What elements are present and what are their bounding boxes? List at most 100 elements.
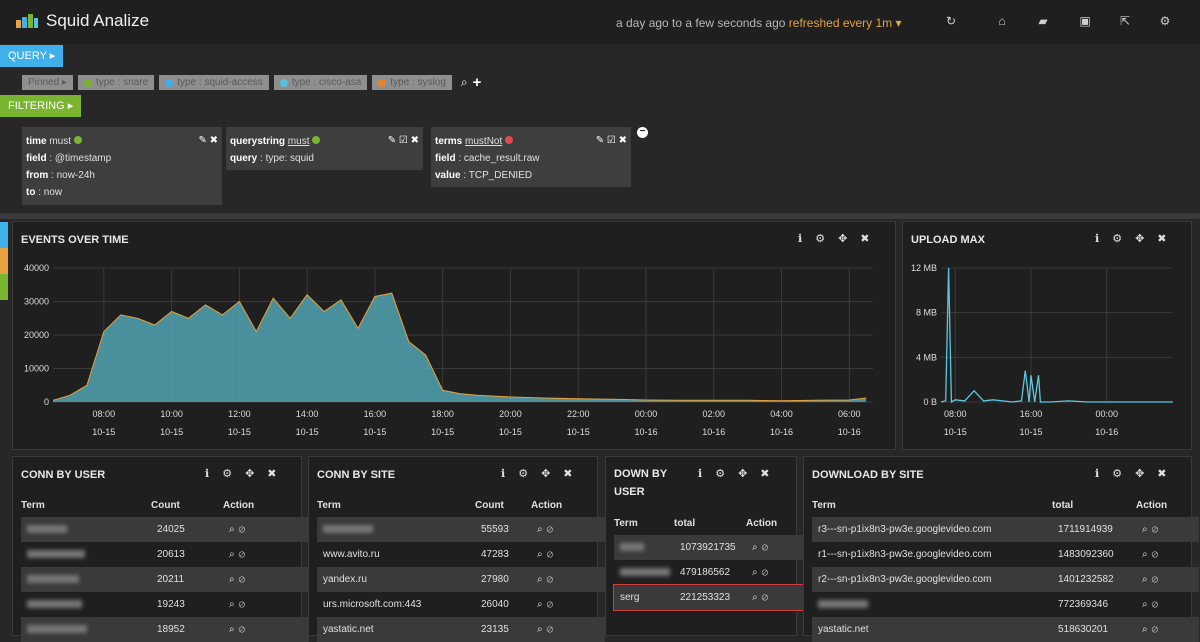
gear-icon[interactable]: ⚙	[222, 467, 232, 480]
ban-icon[interactable]: ⊘	[547, 574, 558, 585]
col-header[interactable]: total	[674, 511, 746, 535]
x-tick-label: 02:00	[702, 409, 725, 419]
col-header[interactable]: Term	[21, 493, 151, 517]
close-icon[interactable]: ✖	[1157, 467, 1166, 480]
search-icon[interactable]: ⌕	[752, 592, 762, 603]
query-toggle-button[interactable]: QUERY ▸	[0, 45, 64, 67]
pin-label: Pinned ▸	[28, 77, 67, 88]
refresh-icon[interactable]: ↻	[944, 14, 958, 28]
pinned-toggle[interactable]: Pinned ▸	[22, 75, 73, 90]
ban-icon[interactable]: ⊘	[239, 574, 250, 585]
ban-icon[interactable]: ⊘	[1152, 524, 1163, 535]
query-pill-cisco-asa[interactable]: type : cisco-asa	[273, 75, 368, 90]
search-icon[interactable]: ⌕	[461, 75, 468, 90]
move-icon[interactable]: ✥	[1135, 467, 1144, 480]
search-icon[interactable]: ⌕	[1142, 524, 1152, 535]
query-pill-snare[interactable]: type : snare	[77, 75, 155, 90]
check-icon[interactable]: ☑	[607, 135, 616, 146]
col-header[interactable]: Count	[475, 493, 531, 517]
gear-icon[interactable]: ⚙	[715, 467, 725, 480]
search-icon[interactable]: ⌕	[752, 567, 762, 578]
info-icon[interactable]: ℹ	[1095, 467, 1099, 480]
share-icon[interactable]: ⇱	[1118, 14, 1132, 28]
query-pill-squid-access[interactable]: type : squid-access	[159, 75, 269, 90]
filter-actions: ✎ ☑ ✖	[596, 132, 627, 149]
ban-icon[interactable]: ⊘	[547, 524, 558, 535]
row-collapse-tab[interactable]	[0, 248, 8, 274]
move-icon[interactable]: ✥	[245, 467, 254, 480]
row-actions: ⌕⊘	[1136, 542, 1199, 567]
folder-open-icon[interactable]: ▰	[1036, 14, 1050, 28]
events-chart[interactable]: 40000 30000 20000 10000 0 08:00 10-15 10:00 10-1…	[13, 222, 897, 451]
search-icon[interactable]: ⌕	[537, 574, 547, 585]
search-icon[interactable]: ⌕	[229, 574, 239, 585]
time-range[interactable]: a day ago to a few seconds ago	[616, 16, 785, 30]
close-icon[interactable]: ✖	[267, 467, 276, 480]
close-icon[interactable]: ✖	[760, 467, 769, 480]
search-icon[interactable]: ⌕	[1142, 599, 1152, 610]
row-collapse-tab[interactable]	[0, 274, 8, 300]
close-icon[interactable]: ✖	[210, 135, 218, 146]
ban-icon[interactable]: ⊘	[239, 524, 250, 535]
upload-chart[interactable]: 12 MB 8 MB 4 MB 0 B 08:00 10-15 16:00 10-15 00:0…	[903, 222, 1193, 451]
search-icon[interactable]: ⌕	[537, 524, 547, 535]
edit-icon[interactable]: ✎	[596, 135, 604, 146]
status-dot-icon	[279, 78, 288, 87]
col-header[interactable]: Term	[614, 511, 674, 535]
info-icon[interactable]: ℹ	[698, 467, 702, 480]
gear-icon[interactable]: ⚙	[1112, 467, 1122, 480]
check-icon[interactable]: ☑	[399, 135, 408, 146]
caret-down-icon[interactable]: ▾	[896, 16, 902, 30]
search-icon[interactable]: ⌕	[537, 599, 547, 610]
close-icon[interactable]: ✖	[563, 467, 572, 480]
ban-icon[interactable]: ⊘	[1152, 574, 1163, 585]
info-icon[interactable]: ℹ	[501, 467, 505, 480]
filter-mode[interactable]: must	[49, 136, 71, 147]
status-dot-icon[interactable]	[312, 136, 321, 144]
search-icon[interactable]: ⌕	[229, 599, 239, 610]
col-header[interactable]: total	[1052, 493, 1136, 517]
move-icon[interactable]: ✥	[541, 467, 550, 480]
add-query-icon[interactable]: +	[473, 74, 482, 91]
ban-icon[interactable]: ⊘	[762, 592, 773, 603]
ban-icon[interactable]: ⊘	[1152, 549, 1163, 560]
ban-icon[interactable]: ⊘	[762, 567, 773, 578]
panel-conn-by-user: CONN BY USER ℹ ⚙ ✥ ✖ Term Count Action 24025 ⌕…	[12, 456, 309, 642]
remove-icon[interactable]: −	[637, 127, 648, 138]
time-picker[interactable]: a day ago to a few seconds ago refreshed…	[616, 16, 902, 30]
ban-icon[interactable]: ⊘	[239, 599, 250, 610]
home-icon[interactable]: ⌂	[995, 14, 1009, 28]
filter-mode[interactable]: mustNot	[465, 136, 502, 147]
col-header[interactable]: Term	[812, 493, 1052, 517]
close-icon[interactable]: ✖	[619, 135, 627, 146]
row-collapse-tab[interactable]	[0, 222, 8, 248]
edit-icon[interactable]: ✎	[388, 135, 396, 146]
search-icon[interactable]: ⌕	[1142, 574, 1152, 585]
brand[interactable]: Squid Analize	[16, 11, 149, 31]
search-icon[interactable]: ⌕	[229, 549, 239, 560]
filtering-toggle-button[interactable]: FILTERING ▸	[0, 95, 82, 117]
search-icon[interactable]: ⌕	[537, 549, 547, 560]
close-icon[interactable]: ✖	[411, 135, 419, 146]
status-dot-icon[interactable]	[73, 136, 82, 144]
search-icon[interactable]: ⌕	[1142, 549, 1152, 560]
col-header[interactable]: Count	[151, 493, 223, 517]
col-header[interactable]: Term	[317, 493, 475, 517]
refresh-interval[interactable]: refreshed every 1m	[789, 16, 892, 30]
info-icon[interactable]: ℹ	[205, 467, 209, 480]
query-pill-syslog[interactable]: type : syslog	[372, 75, 452, 90]
ban-icon[interactable]: ⊘	[762, 542, 773, 553]
gear-icon[interactable]: ⚙	[518, 467, 528, 480]
gear-icon[interactable]: ⚙	[1158, 14, 1172, 28]
ban-icon[interactable]: ⊘	[239, 549, 250, 560]
status-dot-icon[interactable]	[505, 136, 514, 144]
filter-mode[interactable]: must	[288, 136, 310, 147]
save-icon[interactable]: ▣	[1078, 14, 1092, 28]
search-icon[interactable]: ⌕	[752, 542, 762, 553]
search-icon[interactable]: ⌕	[229, 524, 239, 535]
ban-icon[interactable]: ⊘	[1152, 599, 1163, 610]
ban-icon[interactable]: ⊘	[547, 549, 558, 560]
edit-icon[interactable]: ✎	[198, 135, 206, 146]
move-icon[interactable]: ✥	[738, 467, 747, 480]
ban-icon[interactable]: ⊘	[547, 599, 558, 610]
